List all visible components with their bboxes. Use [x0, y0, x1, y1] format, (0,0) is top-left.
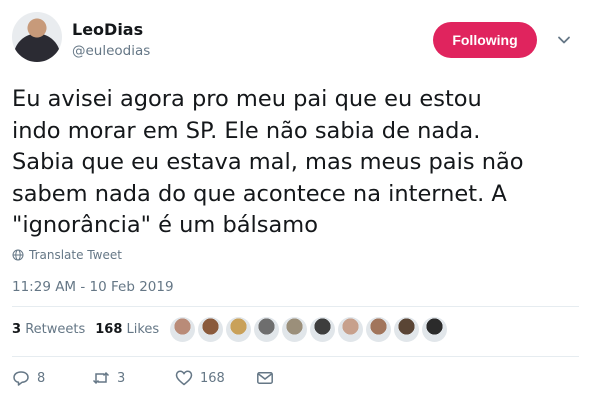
chevron-down-icon[interactable]	[557, 33, 571, 47]
direct-message-button[interactable]	[256, 369, 274, 387]
profile-avatar[interactable]	[12, 12, 62, 62]
globe-icon	[12, 249, 24, 261]
avatar-1-liker[interactable]	[170, 317, 195, 342]
envelope-icon	[257, 372, 273, 384]
liker-avatars	[170, 317, 447, 342]
retweet-count: 3	[117, 370, 126, 386]
avatar-4-liker[interactable]	[254, 317, 279, 342]
retweet-icon	[92, 371, 110, 385]
tweet-actions: 8 3 168	[12, 369, 412, 389]
reply-count: 8	[37, 370, 46, 386]
display-name[interactable]: LeoDias	[72, 20, 143, 39]
user-handle[interactable]: @euleodias	[72, 43, 150, 59]
avatar-9-liker[interactable]	[394, 317, 419, 342]
following-button[interactable]: Following	[433, 22, 537, 58]
likes-stat[interactable]: 168 Likes	[95, 322, 159, 337]
like-button[interactable]: 168	[175, 369, 225, 387]
reply-button[interactable]: 8	[12, 369, 45, 387]
like-count: 168	[200, 370, 225, 386]
avatar-2-liker[interactable]	[198, 317, 223, 342]
retweets-stat[interactable]: 3 Retweets	[12, 322, 85, 337]
translate-tweet-link[interactable]: Translate Tweet	[12, 248, 122, 262]
heart-icon	[175, 370, 193, 386]
avatar-6-liker[interactable]	[310, 317, 335, 342]
tweet-line: indo morar em SP. Ele não sabia de nada.	[12, 117, 481, 144]
avatar-8-liker[interactable]	[366, 317, 391, 342]
tweet-timestamp[interactable]: 11:29 AM - 10 Feb 2019	[12, 279, 174, 295]
tweet-line: Eu avisei agora pro meu pai que eu estou	[12, 86, 482, 112]
retweet-button[interactable]: 3	[92, 369, 125, 387]
tweet-stats: 3 Retweets 168 Likes	[12, 322, 159, 337]
avatar-10-liker[interactable]	[422, 317, 447, 342]
tweet-line: "ignorância" é um bálsamo	[12, 212, 318, 238]
tweet-line: sabem nada do que acontece na internet. …	[12, 180, 507, 207]
tweet-text: Eu avisei agora pro meu pai que eu estou…	[12, 84, 582, 242]
avatar-5-liker[interactable]	[282, 317, 307, 342]
divider	[12, 356, 579, 357]
avatar-3-liker[interactable]	[226, 317, 251, 342]
avatar-7-liker[interactable]	[338, 317, 363, 342]
divider	[12, 306, 579, 307]
tweet-line: Sabia que eu estava mal, mas meus pais n…	[12, 149, 524, 175]
translate-label: Translate Tweet	[29, 248, 122, 262]
reply-icon	[13, 371, 29, 386]
